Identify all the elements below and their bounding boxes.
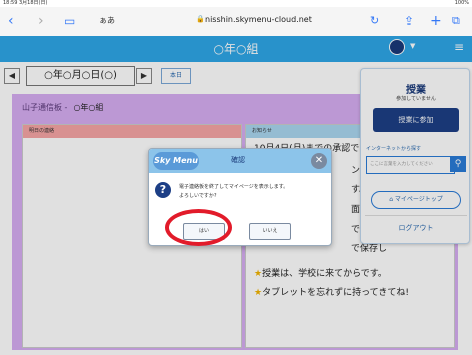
- tabs-icon[interactable]: ⧉: [452, 13, 460, 29]
- share-icon[interactable]: ⇪: [404, 13, 414, 29]
- browser-toolbar: ‹ › ▭ ぁあ 🔒 nisshin.skymenu-cloud.net ↻ ⇪…: [0, 7, 472, 36]
- battery-indicator: 100%: [454, 0, 469, 6]
- address-bar[interactable]: nisshin.skymenu-cloud.net: [205, 15, 312, 24]
- new-tab-icon[interactable]: +: [430, 13, 442, 29]
- question-icon: ?: [155, 182, 171, 198]
- no-button[interactable]: いいえ: [249, 223, 291, 240]
- forward-icon[interactable]: ›: [38, 13, 44, 29]
- highlight-ring: [165, 209, 232, 246]
- reload-icon[interactable]: ↻: [370, 13, 379, 29]
- close-icon[interactable]: ✕: [311, 153, 327, 169]
- skymenu-logo: Sky Menu: [153, 152, 199, 170]
- lock-icon: 🔒: [196, 15, 205, 23]
- dialog-title: 確認: [231, 156, 245, 164]
- reader-view-button[interactable]: ぁあ: [99, 15, 115, 26]
- status-time: 18:59 3月18日(日): [3, 0, 48, 6]
- dialog-message: 電子連絡板を終了してマイページを表示します。 よろしいですか?: [179, 184, 289, 199]
- bookmarks-icon[interactable]: ▭: [64, 13, 75, 29]
- back-icon[interactable]: ‹: [8, 13, 14, 29]
- status-bar: 18:59 3月18日(日) 100%: [0, 0, 472, 7]
